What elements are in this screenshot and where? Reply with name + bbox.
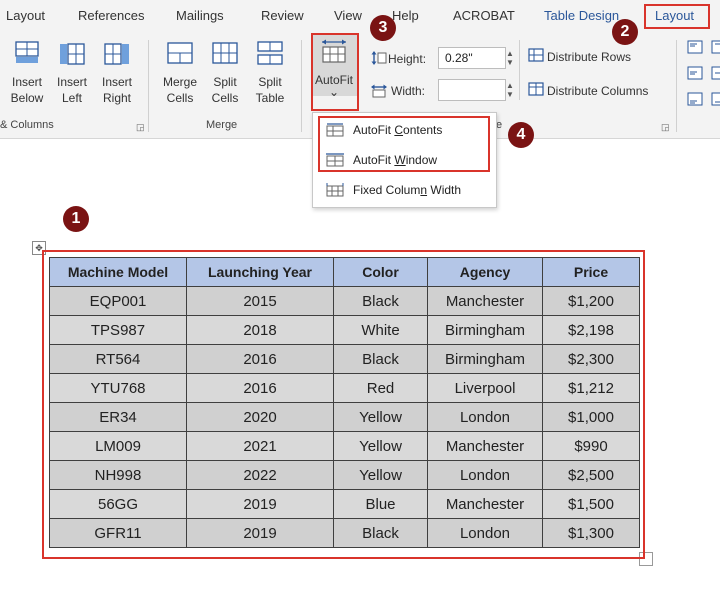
split-cells-label-2: Cells xyxy=(211,91,239,105)
split-cells-button[interactable]: Split Cells xyxy=(203,40,247,106)
highlight-autofit-button xyxy=(311,33,359,111)
fixed-column-width-icon xyxy=(326,183,344,197)
callout-4-badge: 4 xyxy=(508,122,534,148)
split-table-label-1: Split xyxy=(258,75,282,89)
tab-table-design[interactable]: Table Design xyxy=(544,8,619,23)
merge-group-label: Merge xyxy=(206,119,238,131)
insert-right-label-1: Insert xyxy=(101,75,132,89)
rows-columns-group-label: & Columns xyxy=(0,119,54,131)
tab-review[interactable]: Review xyxy=(261,8,304,23)
distribute-rows-button[interactable]: Distribute Rows xyxy=(547,50,631,64)
width-label: Width: xyxy=(391,84,426,98)
rows-columns-dialog-launcher-icon[interactable]: ◲ xyxy=(136,122,145,133)
insert-left-label-2: Left xyxy=(61,91,82,105)
fixed-column-width-label-pre: Fixed Colum xyxy=(353,183,421,197)
insert-right-button[interactable]: Insert Right xyxy=(95,40,139,106)
insert-below-label-1: Insert xyxy=(11,75,42,89)
width-input[interactable] xyxy=(438,79,506,101)
height-label: Height: xyxy=(388,52,427,66)
highlight-autofit-options xyxy=(318,116,490,172)
width-spinner-icon[interactable]: ▲ ▼ xyxy=(506,81,514,99)
split-table-icon xyxy=(257,41,283,65)
merge-cells-button[interactable]: Merge Cells xyxy=(157,40,203,106)
height-spinner-icon[interactable]: ▲ ▼ xyxy=(506,49,514,67)
merge-cells-label-2: Cells xyxy=(166,91,194,105)
split-table-label-2: Table xyxy=(255,91,285,105)
insert-left-button[interactable]: Insert Left xyxy=(50,40,94,106)
split-table-button[interactable]: Split Table xyxy=(248,40,292,106)
cell-size-dialog-launcher-icon[interactable]: ◲ xyxy=(661,122,670,133)
distribute-rows-icon xyxy=(528,48,544,62)
column-width-icon xyxy=(371,84,387,98)
insert-below-button[interactable]: Insert Below xyxy=(4,40,50,106)
align-bottom-center-icon[interactable] xyxy=(711,92,720,106)
tab-acrobat[interactable]: ACROBAT xyxy=(453,8,515,23)
distribute-columns-button[interactable]: Distribute Columns xyxy=(547,84,648,98)
insert-right-label-2: Right xyxy=(102,91,131,105)
fixed-column-width-label-post: Width xyxy=(427,183,462,197)
group-separator xyxy=(301,40,302,132)
callout-2-badge: 2 xyxy=(612,19,638,45)
group-separator xyxy=(676,40,677,132)
callout-1-badge: 1 xyxy=(63,206,89,232)
callout-3-badge: 3 xyxy=(370,15,396,41)
tab-references[interactable]: References xyxy=(78,8,144,23)
align-center-left-icon[interactable] xyxy=(687,66,703,80)
align-top-left-icon[interactable] xyxy=(687,40,703,54)
align-top-center-icon[interactable] xyxy=(711,40,720,54)
split-cells-icon xyxy=(212,42,238,64)
align-center-icon[interactable] xyxy=(711,66,720,80)
insert-left-icon xyxy=(60,43,85,65)
insert-left-label-1: Insert xyxy=(56,75,87,89)
highlight-table xyxy=(42,250,645,559)
insert-below-icon xyxy=(15,41,39,63)
split-cells-label-1: Split xyxy=(213,75,237,89)
tab-mailings[interactable]: Mailings xyxy=(176,8,224,23)
group-separator xyxy=(148,40,149,132)
insert-below-label-2: Below xyxy=(10,91,44,105)
height-input[interactable]: 0.28" xyxy=(438,47,506,69)
insert-right-icon xyxy=(104,43,129,65)
highlight-layout-tab xyxy=(644,4,710,29)
merge-cells-label-1: Merge xyxy=(162,75,197,89)
tab-help[interactable]: Help xyxy=(392,8,419,23)
merge-cells-icon xyxy=(167,42,193,64)
row-height-icon xyxy=(371,51,387,65)
fixed-column-width-item[interactable]: Fixed Column Width xyxy=(313,177,496,203)
tab-view[interactable]: View xyxy=(334,8,362,23)
align-bottom-left-icon[interactable] xyxy=(687,92,703,106)
group-separator xyxy=(519,40,520,100)
tab-layout-page[interactable]: Layout xyxy=(6,8,45,23)
distribute-columns-icon xyxy=(528,82,544,96)
